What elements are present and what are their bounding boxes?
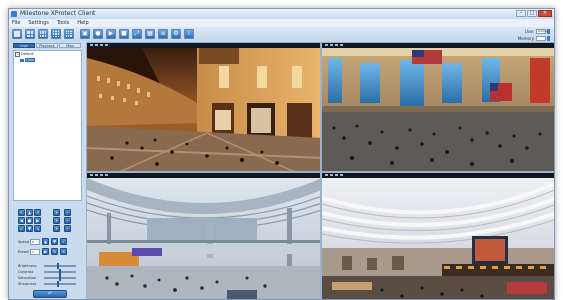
collapse-icon[interactable]: − bbox=[15, 51, 20, 57]
preset-label: Preset bbox=[18, 249, 29, 254]
pan-right-button[interactable]: ▶ bbox=[34, 217, 41, 224]
layout-16-icon[interactable] bbox=[64, 29, 74, 39]
preset-set-button[interactable]: ✎ bbox=[51, 248, 58, 255]
user-dropdown-button[interactable] bbox=[547, 28, 550, 34]
snapshot-icon[interactable]: ▣ bbox=[80, 29, 90, 39]
preset-select[interactable]: 1 bbox=[30, 248, 40, 255]
settings-icon[interactable]: ⚙ bbox=[171, 29, 181, 39]
fullscreen-icon[interactable]: ⤢ bbox=[132, 29, 142, 39]
pan-down-button[interactable]: ▼ bbox=[26, 225, 33, 232]
memory-field[interactable] bbox=[536, 35, 546, 41]
status-fields: User Admin Memory bbox=[510, 28, 550, 42]
tree-node-root-label: Default bbox=[21, 52, 34, 56]
pan-up-left-button[interactable]: ↖ bbox=[18, 209, 25, 216]
camera-tile-2[interactable] bbox=[321, 42, 554, 172]
window-controls: – □ × bbox=[516, 10, 552, 17]
app-icon bbox=[11, 11, 17, 17]
brightness-label: Brightness bbox=[18, 264, 37, 268]
camera-2-feed bbox=[322, 48, 554, 171]
tab-live[interactable]: Live bbox=[13, 43, 35, 48]
list-icon[interactable]: ≡ bbox=[158, 29, 168, 39]
menu-file[interactable]: File bbox=[12, 20, 20, 26]
device-tree: − Default Cam bbox=[13, 50, 82, 201]
pan-down-right-button[interactable]: ↘ bbox=[34, 225, 41, 232]
speed-apply-button[interactable]: ✓ bbox=[60, 238, 67, 245]
saturation-label: Saturation bbox=[18, 276, 37, 280]
ptz-direction-pad: ↖ ▲ ↗ ◀ ● ▶ ↙ ▼ ↘ bbox=[18, 209, 41, 232]
minimize-button[interactable]: – bbox=[516, 10, 526, 17]
stop-icon[interactable]: ■ bbox=[119, 29, 129, 39]
menu-help[interactable]: Help bbox=[77, 20, 88, 26]
toolbar: ▣ ● ▶ ■ ⤢ ▦ ≡ ⚙ i User Admin Memory bbox=[9, 27, 554, 43]
tree-node-camera-label: Cam bbox=[25, 58, 35, 62]
preset-row: Preset 1 ▶ ✎ ✕ bbox=[18, 248, 67, 255]
brightness-slider[interactable] bbox=[44, 263, 76, 269]
speed-label: Speed bbox=[18, 239, 29, 244]
speed-row: Speed 5 ▲ ▼ ✓ bbox=[18, 238, 67, 245]
layout-6-icon[interactable] bbox=[38, 29, 48, 39]
user-field[interactable]: Admin bbox=[536, 28, 548, 34]
info-icon[interactable]: i bbox=[184, 29, 194, 39]
contrast-label: Contrast bbox=[18, 270, 33, 274]
user-label: User bbox=[524, 28, 534, 34]
close-button[interactable]: × bbox=[538, 10, 552, 17]
sharpness-label: Sharpness bbox=[18, 282, 37, 286]
camera-3-feed bbox=[87, 178, 320, 299]
layout-1-icon[interactable] bbox=[12, 29, 22, 39]
pan-up-right-button[interactable]: ↗ bbox=[34, 209, 41, 216]
sharpness-row: Sharpness bbox=[18, 281, 76, 287]
speed-select[interactable]: 5 bbox=[30, 238, 40, 245]
camera-tile-1[interactable] bbox=[86, 42, 321, 172]
pan-down-left-button[interactable]: ↙ bbox=[18, 225, 25, 232]
speed-down-button[interactable]: ▼ bbox=[51, 238, 58, 245]
maximize-button[interactable]: □ bbox=[527, 10, 537, 17]
window-title: Milestone XProtect Client bbox=[20, 10, 96, 17]
tab-map[interactable]: Map bbox=[59, 43, 81, 48]
record-icon[interactable]: ● bbox=[93, 29, 103, 39]
app-window: Milestone XProtect Client – □ × File Set… bbox=[8, 8, 555, 300]
tab-playback[interactable]: Playback bbox=[36, 43, 58, 48]
preset-delete-button[interactable]: ✕ bbox=[60, 248, 67, 255]
pan-up-button[interactable]: ▲ bbox=[26, 209, 33, 216]
sharpness-slider[interactable] bbox=[44, 281, 76, 287]
camera-tile-3[interactable] bbox=[86, 172, 321, 299]
control-panel: Live Playback Map − Default Cam ↖ ▲ ↗ ◀ … bbox=[9, 42, 87, 299]
zoom-in-button[interactable]: + bbox=[53, 209, 60, 216]
grid-icon[interactable]: ▦ bbox=[145, 29, 155, 39]
undo-icon: ↶ bbox=[47, 291, 53, 297]
memory-label: Memory bbox=[517, 35, 534, 41]
layout-9-icon[interactable] bbox=[51, 29, 61, 39]
panel-tabs: Live Playback Map bbox=[13, 43, 81, 48]
video-grid bbox=[86, 42, 554, 299]
focus-far-button[interactable]: − bbox=[64, 217, 71, 224]
preset-goto-button[interactable]: ▶ bbox=[42, 248, 49, 255]
focus-near-button[interactable]: + bbox=[53, 217, 60, 224]
ptz-lens-controls: + − + − + − bbox=[53, 209, 71, 232]
iris-close-button[interactable]: − bbox=[64, 225, 71, 232]
pan-left-button[interactable]: ◀ bbox=[18, 217, 25, 224]
reset-button[interactable]: ↶ bbox=[33, 290, 67, 298]
sharpness-thumb[interactable] bbox=[57, 281, 60, 287]
menu-settings[interactable]: Settings bbox=[28, 20, 49, 26]
camera-tile-4[interactable] bbox=[321, 172, 554, 299]
layout-4-icon[interactable] bbox=[25, 29, 35, 39]
pan-home-button[interactable]: ● bbox=[26, 217, 33, 224]
speed-up-button[interactable]: ▲ bbox=[42, 238, 49, 245]
menu-tools[interactable]: Tools bbox=[57, 20, 69, 26]
camera-icon bbox=[20, 58, 24, 62]
memory-dropdown-button[interactable] bbox=[547, 35, 550, 41]
tree-node-camera[interactable]: Cam bbox=[20, 57, 81, 63]
camera-4-feed bbox=[322, 178, 554, 299]
play-icon[interactable]: ▶ bbox=[106, 29, 116, 39]
saturation-slider[interactable] bbox=[44, 275, 76, 281]
camera-1-feed bbox=[87, 48, 320, 171]
image-adjustments: Brightness Contrast Saturation Sharpness bbox=[18, 263, 76, 287]
iris-open-button[interactable]: + bbox=[53, 225, 60, 232]
contrast-slider[interactable] bbox=[44, 269, 76, 275]
zoom-out-button[interactable]: − bbox=[64, 209, 71, 216]
